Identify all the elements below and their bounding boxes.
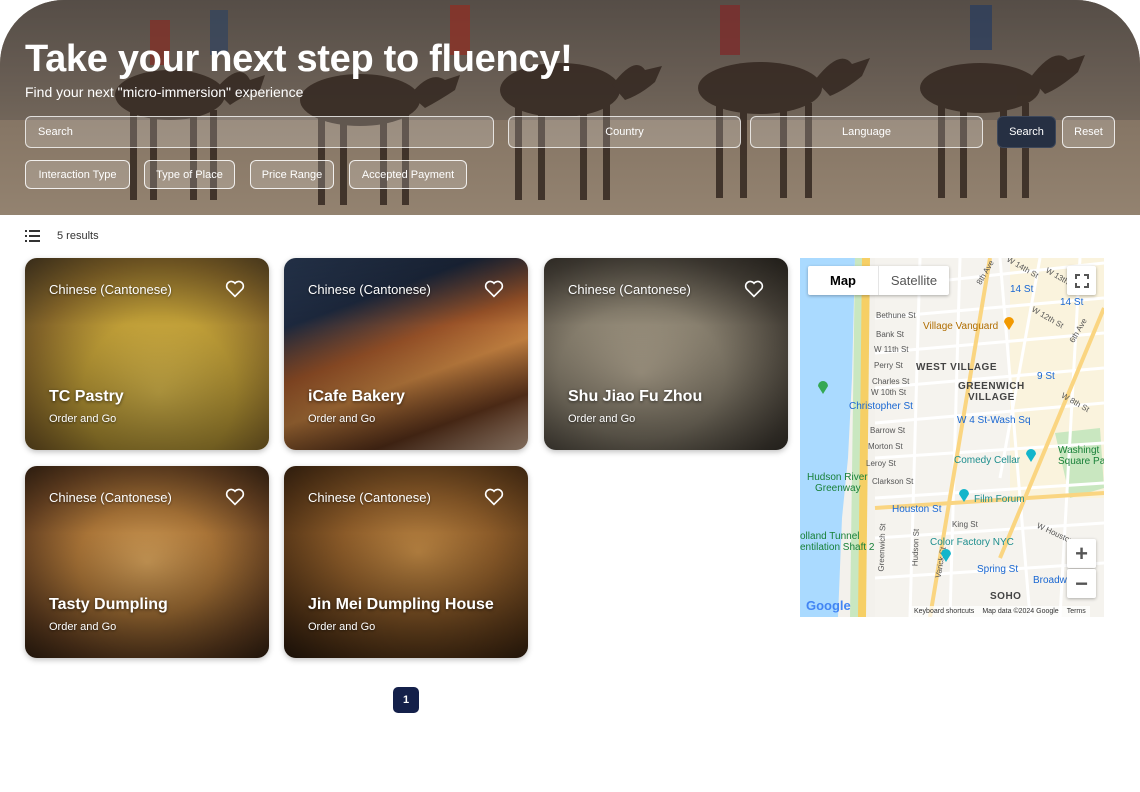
result-card[interactable]: Chinese (Cantonese) TC Pastry Order and … (25, 258, 269, 450)
result-card[interactable]: Chinese (Cantonese) Tasty Dumpling Order… (25, 466, 269, 658)
map-label: Hudson River (807, 472, 868, 483)
map-label: entilation Shaft 2 (800, 542, 875, 553)
filter-accepted-payment[interactable]: Accepted Payment (349, 160, 467, 189)
map-label: Greenway (815, 483, 861, 494)
map-label: SOHO (990, 591, 1022, 602)
map-label: olland Tunnel (800, 531, 860, 542)
map-label: Village Vanguard (923, 321, 999, 332)
venue-pin-icon[interactable] (1025, 448, 1037, 462)
card-type: Order and Go (308, 621, 376, 633)
map-tab[interactable]: Map (808, 266, 879, 295)
map-label: Barrow St (870, 426, 906, 435)
satellite-tab[interactable]: Satellite (879, 266, 949, 295)
heart-icon[interactable] (744, 280, 764, 298)
card-cuisine: Chinese (Cantonese) (49, 490, 172, 505)
reset-button[interactable]: Reset (1062, 116, 1115, 148)
heart-icon[interactable] (484, 488, 504, 506)
map-label: Bethune St (876, 311, 916, 320)
list-view-toggle[interactable] (25, 228, 41, 244)
map-attribution: Keyboard shortcuts Map data ©2024 Google… (910, 606, 1090, 617)
card-cuisine: Chinese (Cantonese) (308, 282, 431, 297)
map-label: Clarkson St (872, 477, 914, 486)
map-label: 9 St (1037, 371, 1055, 382)
card-name: Tasty Dumpling (49, 596, 168, 613)
map-label: Greenwich St (876, 523, 888, 572)
filter-price-range[interactable]: Price Range (250, 160, 334, 189)
pagination-page-1[interactable]: 1 (393, 687, 419, 713)
map-label: Houston St (892, 504, 942, 515)
hero-subtitle: Find your next "micro-immersion" experie… (25, 84, 304, 100)
card-type: Order and Go (568, 413, 636, 425)
card-cuisine: Chinese (Cantonese) (308, 490, 431, 505)
filter-type-of-place[interactable]: Type of Place (144, 160, 235, 189)
heart-icon[interactable] (225, 280, 245, 298)
card-name: TC Pastry (49, 388, 124, 405)
heart-icon[interactable] (484, 280, 504, 298)
map-data-text: Map data ©2024 Google (982, 608, 1059, 615)
card-type: Order and Go (49, 621, 117, 633)
map-label: Comedy Cellar (954, 455, 1021, 466)
language-select[interactable]: Language (750, 116, 983, 148)
map-label: Perry St (874, 361, 903, 370)
card-name: iCafe Bakery (308, 388, 405, 405)
map-label: Morton St (868, 442, 903, 451)
heart-icon[interactable] (225, 488, 245, 506)
search-input[interactable]: Search (25, 116, 494, 148)
bar-pin-icon[interactable] (1003, 316, 1015, 330)
map-label: Spring St (977, 564, 1019, 575)
map-label: Charles St (872, 377, 910, 386)
card-type: Order and Go (49, 413, 117, 425)
map-label: VILLAGE (968, 392, 1015, 403)
map-label: Film Forum (974, 494, 1025, 505)
map-label: Leroy St (866, 459, 896, 468)
google-logo: Google (806, 598, 851, 613)
zoom-out-button[interactable]: − (1067, 569, 1096, 598)
keyboard-shortcuts-link[interactable]: Keyboard shortcuts (914, 608, 974, 615)
zoom-in-button[interactable]: + (1067, 539, 1096, 568)
venue-pin-icon[interactable] (940, 548, 952, 562)
park-pin-icon[interactable] (817, 380, 829, 394)
map-label: W 4 St-Wash Sq (957, 415, 1031, 426)
map-label: 14 St (1010, 284, 1034, 295)
country-select[interactable]: Country (508, 116, 741, 148)
map-label: W 11th St (874, 345, 909, 354)
map-label: Hudson St (910, 528, 921, 567)
terms-link[interactable]: Terms (1067, 608, 1086, 615)
map-canvas (800, 258, 1104, 617)
fullscreen-button[interactable] (1067, 266, 1096, 295)
search-button[interactable]: Search (997, 116, 1056, 148)
card-type: Order and Go (308, 413, 376, 425)
map-label: W 10th St (871, 388, 907, 397)
fullscreen-icon (1074, 273, 1089, 288)
map-type-toggle[interactable]: Map Satellite (808, 266, 949, 295)
result-card[interactable]: Chinese (Cantonese) iCafe Bakery Order a… (284, 258, 528, 450)
card-name: Shu Jiao Fu Zhou (568, 388, 703, 405)
map-label: Square Pa (1058, 456, 1104, 467)
results-count: 5 results (57, 230, 99, 242)
hero-title: Take your next step to fluency! (25, 38, 573, 80)
map-label: 14 St (1060, 297, 1084, 308)
result-card[interactable]: Chinese (Cantonese) Shu Jiao Fu Zhou Ord… (544, 258, 788, 450)
map-label: King St (952, 520, 978, 529)
map-label: WEST VILLAGE (916, 362, 997, 373)
list-icon (25, 230, 40, 242)
result-card[interactable]: Chinese (Cantonese) Jin Mei Dumpling Hou… (284, 466, 528, 658)
card-name: Jin Mei Dumpling House (308, 596, 494, 613)
page: Take your next step to fluency! Find you… (0, 0, 1140, 792)
card-cuisine: Chinese (Cantonese) (49, 282, 172, 297)
map-label: Christopher St (849, 401, 913, 412)
map[interactable]: Village Vanguard WEST VILLAGE GREENWICH … (800, 258, 1104, 617)
map-label: Bank St (876, 330, 905, 339)
venue-pin-icon[interactable] (958, 488, 970, 502)
filter-interaction-type[interactable]: Interaction Type (25, 160, 130, 189)
map-label: Washingt (1058, 445, 1100, 456)
card-cuisine: Chinese (Cantonese) (568, 282, 691, 297)
hero-banner: Take your next step to fluency! Find you… (0, 0, 1140, 215)
map-label: GREENWICH (958, 381, 1025, 392)
